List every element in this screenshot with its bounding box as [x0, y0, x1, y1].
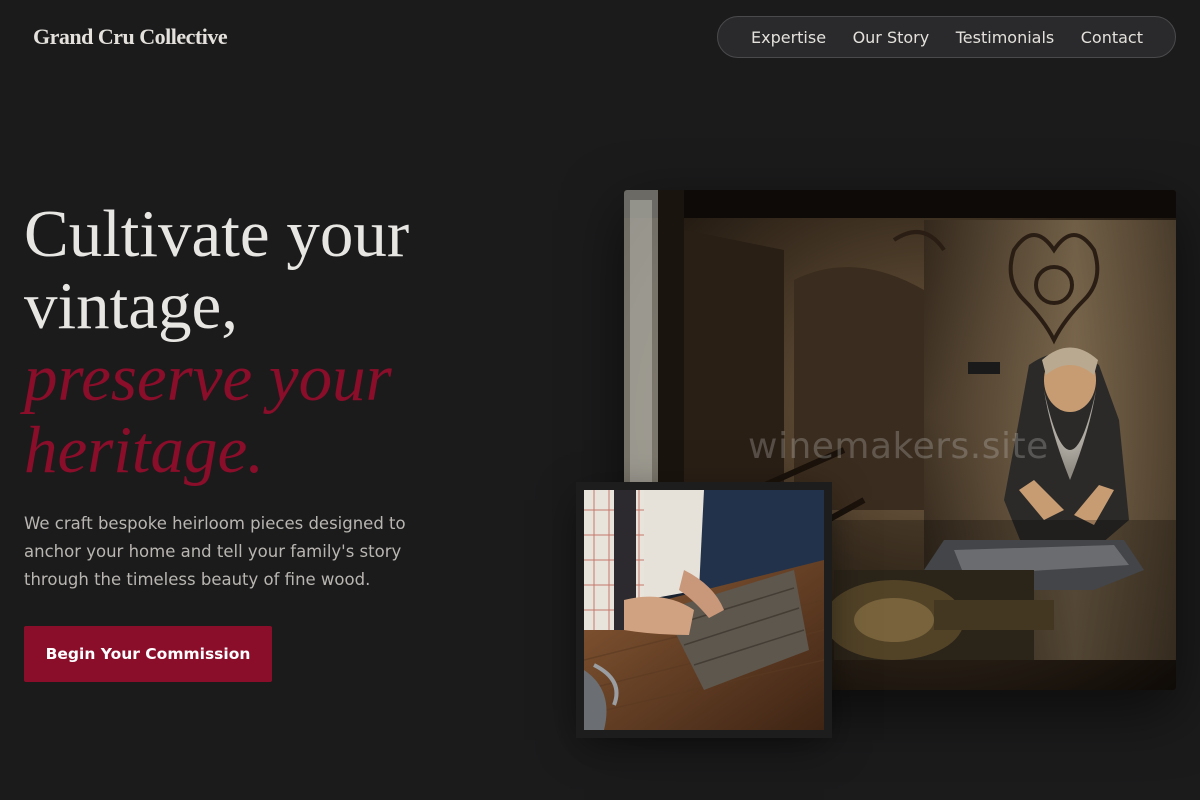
begin-commission-button[interactable]: Begin Your Commission [24, 626, 272, 682]
nav-expertise[interactable]: Expertise [751, 28, 826, 47]
site-logo[interactable]: Grand Cru Collective [33, 24, 228, 50]
main-nav: Expertise Our Story Testimonials Contact [717, 16, 1176, 58]
headline-accent: preserve your heritage. [24, 341, 392, 487]
nav-our-story[interactable]: Our Story [853, 28, 930, 47]
nav-testimonials[interactable]: Testimonials [956, 28, 1055, 47]
headline-primary: Cultivate your vintage, [24, 197, 410, 343]
hero-headline: Cultivate your vintage, preserve your he… [24, 198, 544, 486]
hero-description: We craft bespoke heirloom pieces designe… [24, 514, 406, 589]
nav-contact[interactable]: Contact [1081, 28, 1143, 47]
craftsman-woodwork-photo [576, 482, 832, 738]
